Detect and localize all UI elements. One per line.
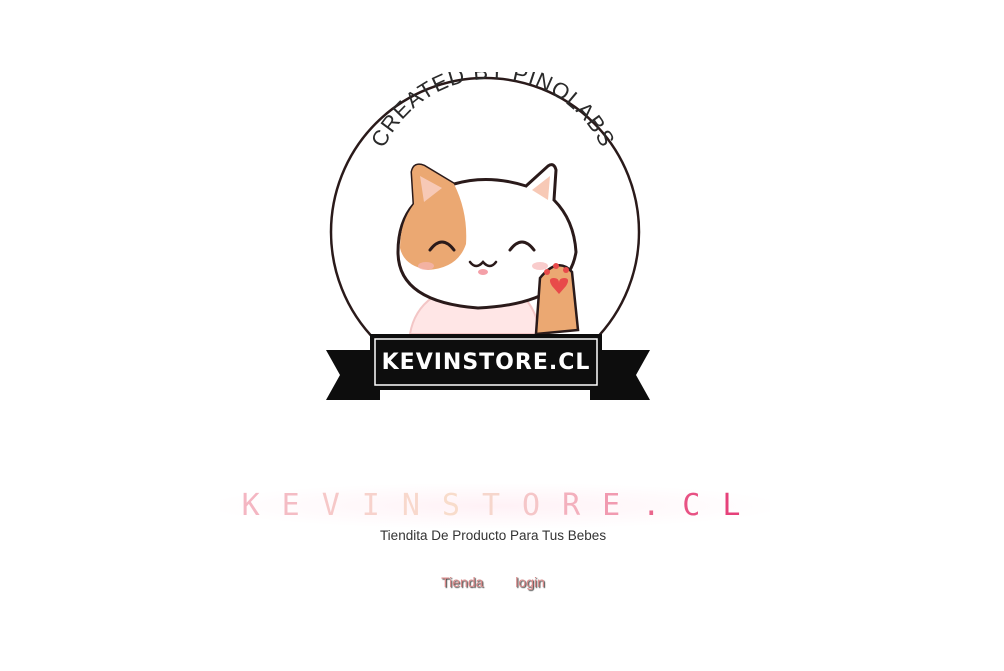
brand-letter: R	[562, 488, 603, 523]
nav-link-tienda[interactable]: Tienda	[441, 574, 483, 590]
brand-letter: E	[281, 488, 322, 523]
main-nav: Tienda login	[0, 574, 986, 590]
brand-letter: N	[401, 488, 442, 523]
brand-letter: V	[321, 488, 362, 523]
landing-page: CREATED BY PINOLABS	[0, 0, 1004, 671]
brand-letter: C	[682, 488, 723, 523]
brand-letter: E	[602, 488, 643, 523]
brand-letter: .	[642, 488, 683, 523]
brand-letter: I	[361, 488, 402, 523]
kevinstore-logo: CREATED BY PINOLABS	[326, 72, 650, 400]
brand-letter: L	[722, 488, 763, 523]
brand-letter: T	[481, 488, 523, 523]
brand-letter: S	[441, 488, 482, 523]
nav-link-login[interactable]: login	[515, 574, 545, 590]
brand-letter: K	[241, 488, 282, 523]
logo-banner-text: KEVINSTORE.CL	[382, 350, 591, 375]
brand-letter: O	[522, 488, 563, 523]
brand-title: KEVINSTORE.CL	[0, 484, 990, 528]
tagline: Tiendita De Producto Para Tus Bebes	[379, 528, 607, 543]
cat-mascot-icon	[396, 163, 580, 336]
